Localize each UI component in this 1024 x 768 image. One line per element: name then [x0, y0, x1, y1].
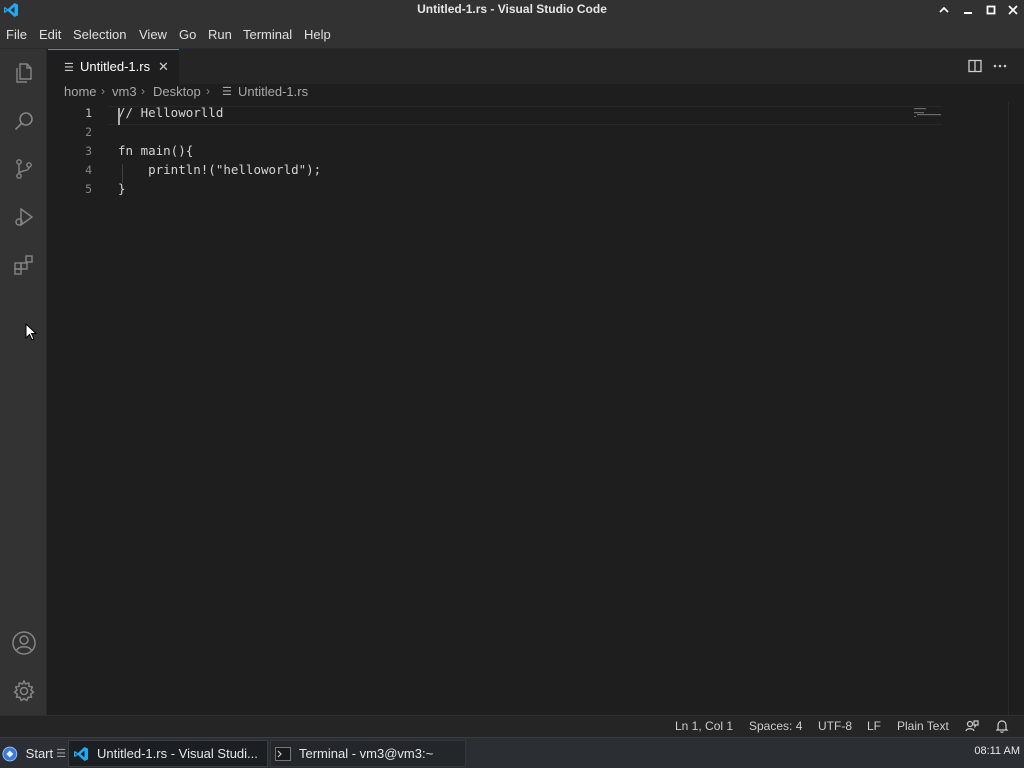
- code-line: println!("helloworld");: [118, 162, 322, 177]
- encoding-setting[interactable]: UTF-8: [818, 719, 852, 733]
- menu-help[interactable]: Help: [304, 27, 331, 42]
- start-menu-icon: [2, 746, 18, 761]
- menu-terminal[interactable]: Terminal: [243, 27, 292, 42]
- language-mode[interactable]: Plain Text: [897, 719, 949, 733]
- menu-lines-icon: ☰: [56, 748, 66, 760]
- breadcrumb-file[interactable]: Untitled-1.rs: [238, 84, 308, 99]
- terminal-icon: [275, 746, 291, 761]
- line-number: 3: [85, 144, 92, 158]
- more-actions-icon[interactable]: [990, 57, 1010, 75]
- minimize-up-icon[interactable]: [936, 2, 952, 18]
- taskbar: Start ☰ Untitled-1.rs - Visual Studi... …: [0, 737, 1024, 768]
- status-bar: Ln 1, Col 1 Spaces: 4 UTF-8 LF Plain Tex…: [0, 715, 1024, 737]
- menu-bar: File Edit Selection View Go Run Terminal…: [0, 19, 1024, 49]
- activity-bar: [0, 49, 47, 715]
- line-number: 2: [85, 125, 92, 139]
- clock: 08:11 AM: [974, 745, 1020, 757]
- breadcrumb-vm3[interactable]: vm3: [112, 84, 137, 99]
- search-icon[interactable]: [0, 101, 47, 141]
- line-number: 1: [85, 106, 92, 120]
- split-editor-icon[interactable]: [966, 57, 984, 75]
- maximize-button[interactable]: [983, 2, 999, 18]
- file-lines-icon: ☰: [222, 86, 232, 98]
- editor-tabs: ☰ Untitled-1.rs ✕: [48, 49, 1024, 84]
- indentation-setting[interactable]: Spaces: 4: [749, 719, 802, 733]
- code-line: // Helloworlld: [118, 105, 224, 120]
- indent-guide: [122, 164, 123, 183]
- tab-close-icon[interactable]: ✕: [158, 59, 169, 75]
- line-number: 4: [85, 163, 92, 177]
- tab-untitled-1[interactable]: ☰ Untitled-1.rs ✕: [48, 49, 179, 84]
- source-control-icon[interactable]: [0, 149, 47, 189]
- vscode-logo-icon: [74, 746, 88, 761]
- taskbar-app-terminal[interactable]: Terminal - vm3@vm3:~: [270, 740, 466, 767]
- taskbar-app-label: Untitled-1.rs - Visual Studi...: [97, 746, 258, 761]
- menu-edit[interactable]: Edit: [39, 27, 61, 42]
- file-lines-icon: ☰: [64, 62, 74, 74]
- menu-selection[interactable]: Selection: [73, 27, 126, 42]
- taskbar-app-label: Terminal - vm3@vm3:~: [299, 746, 434, 761]
- current-line-highlight: [108, 106, 942, 125]
- title-bar: Untitled-1.rs - Visual Studio Code: [0, 0, 1024, 19]
- minimize-button[interactable]: [960, 2, 976, 18]
- code-line: }: [118, 181, 126, 196]
- extensions-icon[interactable]: [0, 245, 47, 285]
- line-number: 5: [85, 182, 92, 196]
- explorer-icon[interactable]: [0, 53, 47, 93]
- breadcrumb-home[interactable]: home: [64, 84, 97, 99]
- eol-setting[interactable]: LF: [867, 719, 881, 733]
- chevron-right-icon: ›: [206, 84, 210, 98]
- minimap[interactable]: [914, 104, 944, 117]
- start-button[interactable]: Start ☰: [2, 740, 66, 767]
- breadcrumb: home › vm3 › Desktop › ☰ Untitled-1.rs: [48, 84, 1024, 102]
- menu-go[interactable]: Go: [179, 27, 196, 42]
- feedback-icon[interactable]: [965, 719, 979, 736]
- close-window-button[interactable]: [1005, 2, 1021, 18]
- tab-label: Untitled-1.rs: [80, 59, 151, 74]
- mouse-cursor-icon: [25, 322, 38, 346]
- cursor-position[interactable]: Ln 1, Col 1: [675, 719, 733, 733]
- menu-run[interactable]: Run: [208, 27, 232, 42]
- window-title: Untitled-1.rs - Visual Studio Code: [417, 2, 607, 16]
- code-line: fn main(){: [118, 143, 194, 158]
- run-debug-icon[interactable]: [0, 197, 47, 237]
- chevron-right-icon: ›: [101, 84, 105, 98]
- notifications-bell-icon[interactable]: [995, 719, 1009, 736]
- menu-view[interactable]: View: [139, 27, 167, 42]
- text-cursor: [118, 108, 120, 125]
- account-icon[interactable]: [0, 623, 47, 663]
- vertical-scrollbar[interactable]: [1008, 102, 1024, 715]
- start-label: Start: [25, 746, 54, 761]
- menu-file[interactable]: File: [6, 27, 27, 42]
- chevron-right-icon: ›: [141, 84, 145, 98]
- code-editor[interactable]: 1 2 3 4 5 // Helloworlld fn main(){ prin…: [48, 102, 1008, 715]
- settings-gear-icon[interactable]: [0, 671, 47, 711]
- taskbar-app-vscode[interactable]: Untitled-1.rs - Visual Studi...: [68, 740, 268, 767]
- breadcrumb-desktop[interactable]: Desktop: [153, 84, 201, 99]
